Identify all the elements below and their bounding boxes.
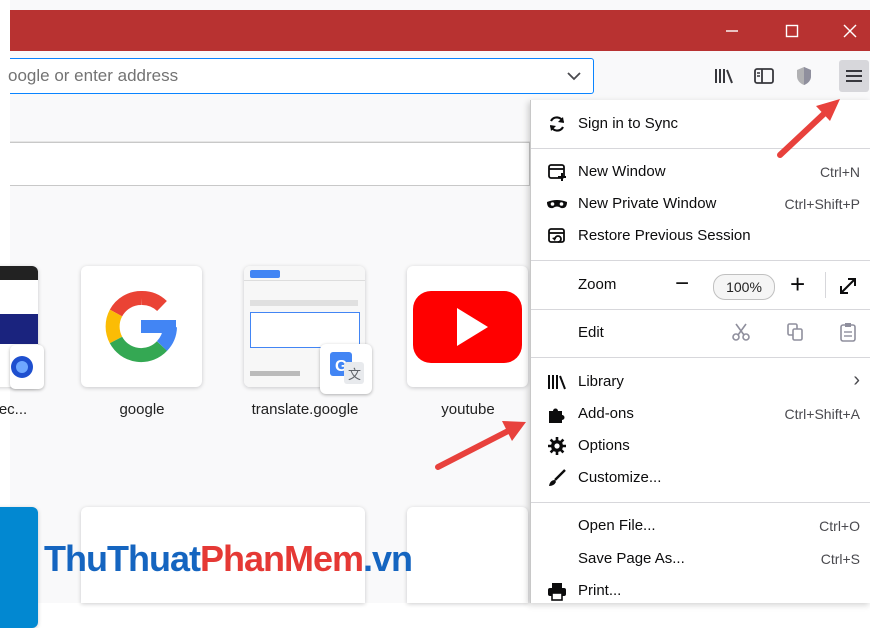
annotation-arrows: [435, 99, 840, 470]
arrow-to-menu-button: [777, 99, 840, 158]
arrow-to-add-ons: [435, 421, 526, 470]
